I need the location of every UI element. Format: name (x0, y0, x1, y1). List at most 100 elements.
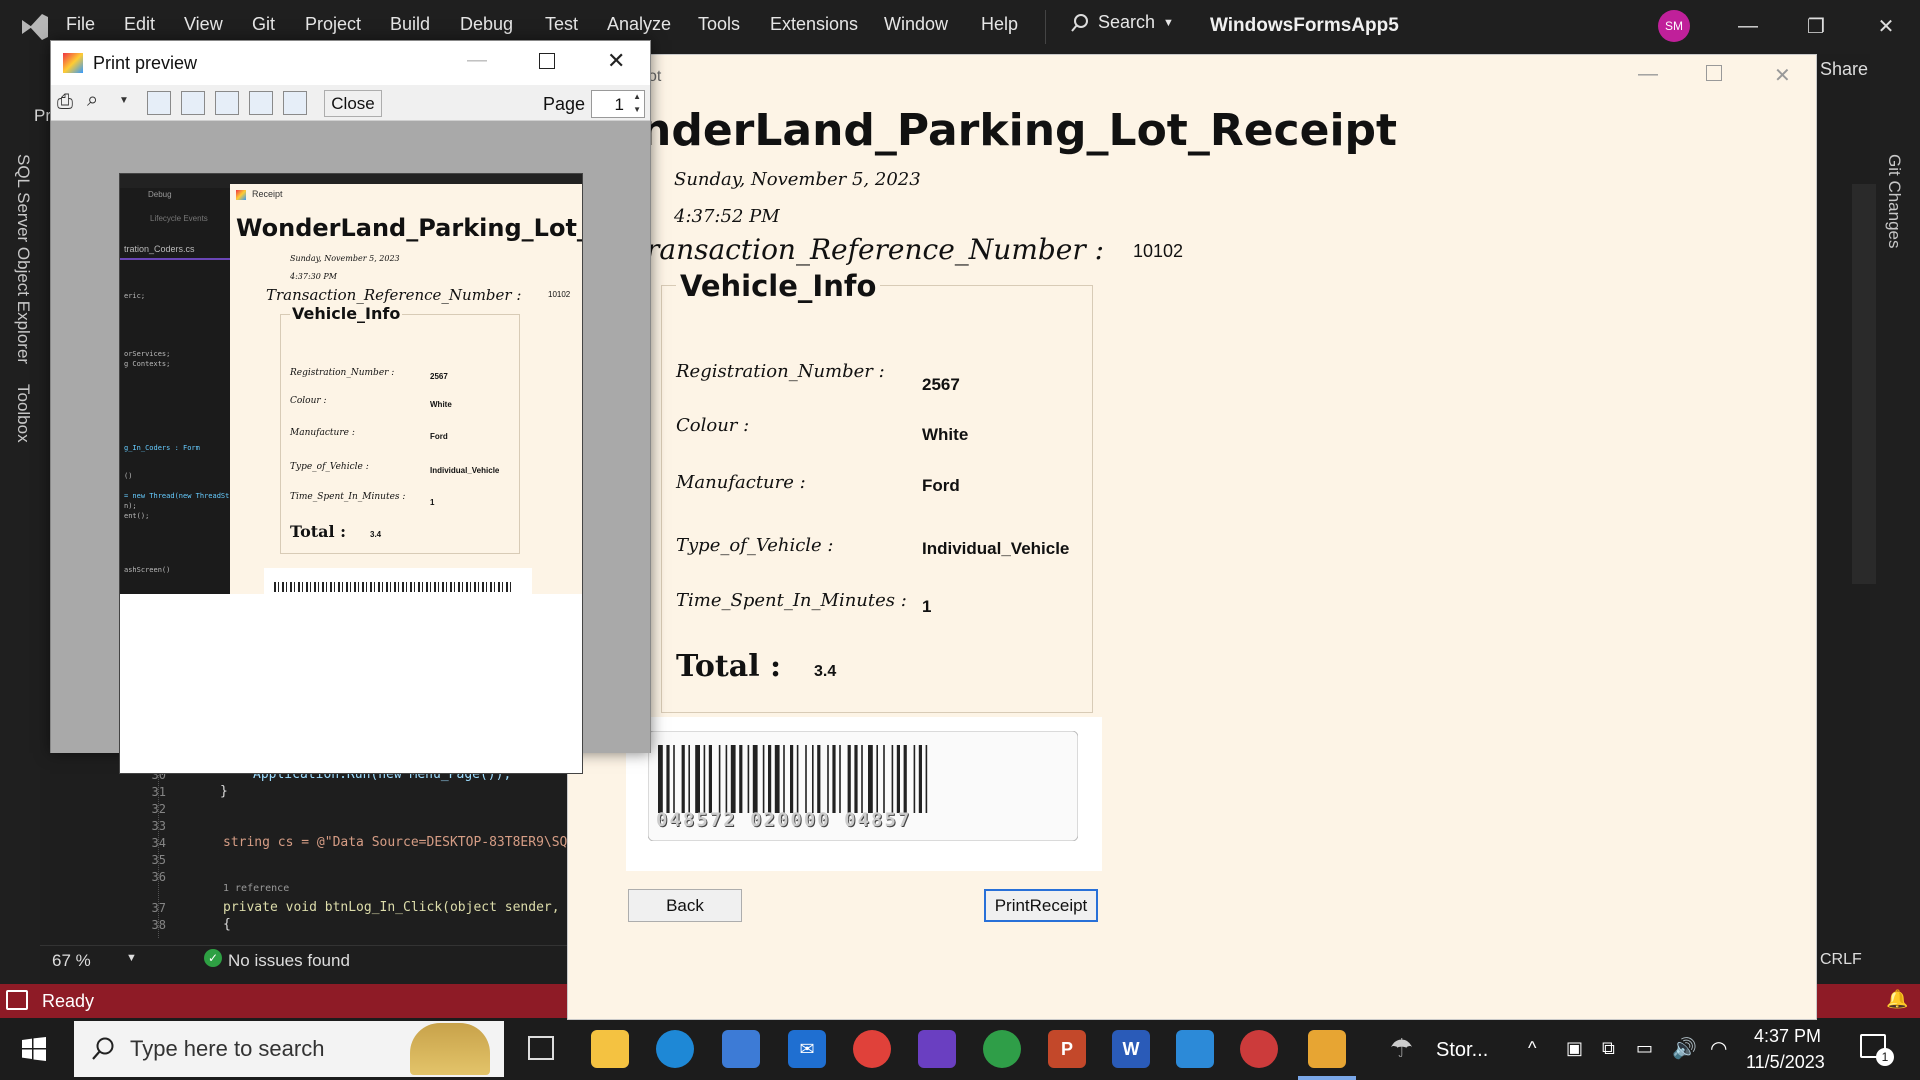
weather-icon[interactable]: ☂ (1390, 1033, 1413, 1064)
close-icon[interactable]: ✕ (1774, 63, 1791, 88)
barcode-bar (666, 745, 670, 813)
preview-field-label: Time_Spent_In_Minutes : (290, 492, 406, 502)
avatar[interactable]: SM (1658, 10, 1690, 42)
receipt-titlebar[interactable]: ot — ✕ (568, 55, 1816, 99)
chrome-icon[interactable] (853, 1030, 891, 1068)
menu-tools[interactable]: Tools (698, 14, 740, 35)
menu-build[interactable]: Build (390, 14, 430, 35)
receipt-body: nderLand_Parking_Lot_Receipt Sunday, Nov… (568, 99, 1816, 1019)
output-icon[interactable] (6, 990, 28, 1010)
clock-date[interactable]: 11/5/2023 (1746, 1052, 1825, 1073)
chevron-up-icon[interactable]: ^ (1528, 1038, 1536, 1059)
print-preview-titlebar[interactable]: Print preview — ✕ (51, 41, 650, 85)
maximize-icon[interactable] (1706, 65, 1722, 81)
preview-code: () (124, 472, 133, 480)
print-preview-canvas[interactable]: Debug Lifecycle Events tration_Coders.cs… (51, 121, 650, 774)
chevron-down-icon[interactable]: ▼ (126, 952, 137, 964)
minimize-icon[interactable]: — (1728, 8, 1768, 44)
share-button[interactable]: Share (1820, 59, 1868, 80)
preview-barcode-bars (274, 582, 514, 592)
vertical-scrollbar[interactable] (1852, 184, 1876, 584)
battery-icon[interactable]: ▭ (1636, 1038, 1653, 1059)
tab-sql-server-object-explorer[interactable]: SQL Server Object Explorer (13, 154, 33, 364)
tab-git-changes[interactable]: Git Changes (1884, 154, 1904, 249)
taskbar-search-box[interactable]: Type here to search (74, 1021, 504, 1077)
page-number-stepper[interactable]: 1 ▲ ▼ (591, 90, 645, 118)
chevron-down-icon[interactable]: ▼ (633, 105, 641, 114)
zoom-level[interactable]: 67 % (52, 951, 91, 971)
file-explorer-icon[interactable] (591, 1030, 629, 1068)
screen-icon[interactable]: ⧉ (1602, 1038, 1615, 1059)
meet-now-icon[interactable]: ▣ (1566, 1038, 1583, 1059)
reference-codelens[interactable]: 1 reference (223, 883, 289, 894)
menu-project[interactable]: Project (305, 14, 361, 35)
barcode-bar (827, 745, 829, 813)
minimize-icon[interactable]: — (1638, 63, 1658, 86)
menu-window[interactable]: Window (884, 14, 948, 35)
menu-help[interactable]: Help (981, 14, 1018, 35)
close-icon[interactable]: ✕ (1866, 8, 1906, 44)
menu-analyze[interactable]: Analyze (607, 14, 671, 35)
windows-start-icon[interactable] (22, 1037, 46, 1061)
barcode-bar (783, 745, 785, 813)
vs-search-button[interactable]: Search ▼ (1070, 12, 1174, 33)
restore-icon[interactable]: ❐ (1796, 8, 1836, 44)
wifi-icon[interactable]: ◠ (1710, 1036, 1727, 1061)
barcode-bar (913, 745, 916, 813)
preview-code: ashScreen() (124, 566, 171, 574)
menu-edit[interactable]: Edit (124, 14, 155, 35)
visual-studio-icon[interactable] (918, 1030, 956, 1068)
menu-git[interactable]: Git (252, 14, 275, 35)
clock-time[interactable]: 4:37 PM (1754, 1026, 1821, 1047)
preview-code: g_In_Coders : Form (124, 444, 200, 452)
maximize-icon[interactable] (539, 53, 555, 69)
code-editor[interactable]: 29 { 30 Application.Run(new Menu_Page())… (40, 748, 575, 938)
chrome-profile-icon[interactable] (983, 1030, 1021, 1068)
print-preview-close-button[interactable]: Close (324, 90, 382, 117)
menu-extensions[interactable]: Extensions (770, 14, 858, 35)
printer-icon[interactable]: ⎙ (57, 91, 73, 114)
chevron-down-icon[interactable]: ▼ (119, 95, 129, 106)
photos-icon[interactable] (1176, 1030, 1214, 1068)
weather-label[interactable]: Stor... (1436, 1039, 1488, 1062)
notification-badge: 1 (1876, 1048, 1894, 1066)
zoom-icon[interactable]: ⌕ (87, 89, 98, 112)
chevron-up-icon[interactable]: ▲ (633, 92, 641, 101)
close-icon[interactable]: ✕ (607, 48, 625, 74)
volume-icon[interactable]: 🔊 (1672, 1036, 1697, 1061)
issues-status[interactable]: No issues found (228, 951, 350, 971)
two-pages-icon[interactable] (181, 91, 205, 115)
menu-file[interactable]: File (66, 14, 95, 35)
preview-field-value: 2567 (430, 372, 448, 381)
ssms-icon[interactable] (1240, 1030, 1278, 1068)
minimize-icon[interactable]: — (467, 49, 487, 72)
line-ending-indicator[interactable]: CRLF (1820, 951, 1862, 969)
six-pages-icon[interactable] (283, 91, 307, 115)
visual-studio-logo-icon[interactable] (18, 10, 52, 44)
mail-icon[interactable]: ✉ (788, 1030, 826, 1068)
status-ready: Ready (42, 991, 95, 1011)
preview-field-label: Colour : (290, 396, 327, 406)
total-label: Total : (676, 649, 782, 684)
preview-total-value: 3.4 (370, 530, 382, 539)
task-view-icon[interactable] (528, 1036, 554, 1060)
menu-view[interactable]: View (184, 14, 223, 35)
back-button[interactable]: Back (628, 889, 742, 922)
powerpoint-icon[interactable]: P (1048, 1030, 1086, 1068)
four-pages-icon[interactable] (249, 91, 273, 115)
preview-lifecycle-label: Lifecycle Events (150, 214, 208, 223)
tab-toolbox[interactable]: Toolbox (13, 384, 33, 443)
winforms-app-icon[interactable] (1308, 1030, 1346, 1068)
barcode-bar (896, 745, 900, 813)
bell-icon[interactable]: 🔔 (1886, 989, 1908, 1010)
edge-icon[interactable] (656, 1030, 694, 1068)
menu-test[interactable]: Test (545, 14, 578, 35)
menu-debug[interactable]: Debug (460, 14, 513, 35)
microsoft-store-icon[interactable] (722, 1030, 760, 1068)
print-receipt-button[interactable]: PrintReceipt (984, 889, 1098, 922)
word-icon[interactable]: W (1112, 1030, 1150, 1068)
three-pages-icon[interactable] (215, 91, 239, 115)
barcode-picture: 048572 020000 04857 (626, 717, 1102, 871)
one-page-icon[interactable] (147, 91, 171, 115)
barcode-bar (868, 745, 873, 813)
